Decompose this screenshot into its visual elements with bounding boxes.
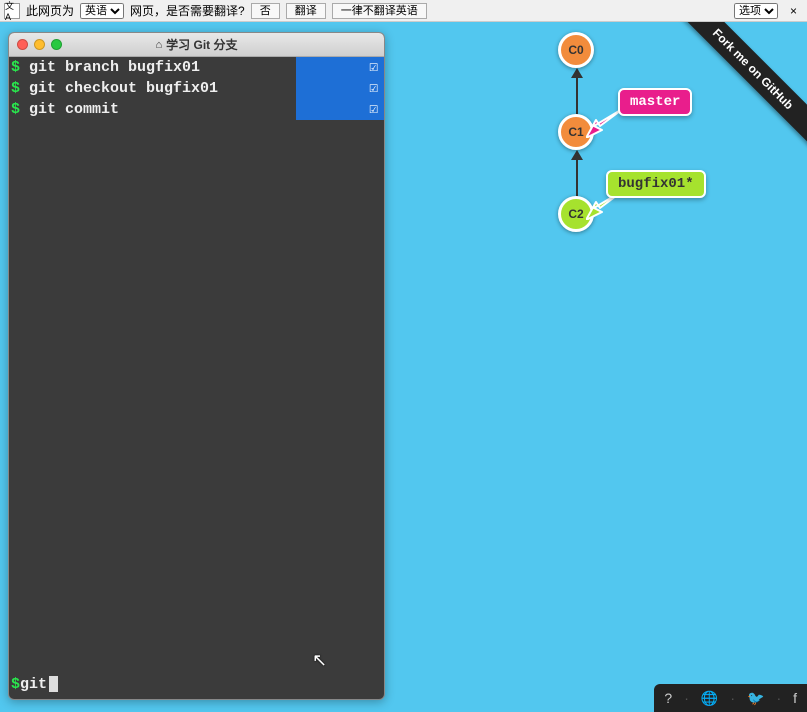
close-icon[interactable]: ×: [784, 4, 803, 18]
fork-ribbon[interactable]: Fork me on GitHub: [657, 22, 807, 172]
window-title: 学习 Git 分支: [166, 36, 237, 53]
prompt-icon: $: [11, 101, 20, 118]
branch-label-bugfix01[interactable]: bugfix01*: [606, 170, 706, 198]
translate-bar: 文A 此网页为 英语 网页，是否需要翻译? 否 翻译 一律不翻译英语 选项 ×: [0, 0, 807, 22]
history-command: $ git checkout bugfix01: [9, 80, 296, 97]
edge-c1-c0: [576, 68, 578, 114]
translate-label: 此网页为: [26, 2, 74, 19]
home-icon: ⌂: [156, 39, 163, 51]
translate-icon: 文A: [4, 3, 20, 19]
command-text: git checkout bugfix01: [20, 80, 218, 97]
help-icon[interactable]: ?: [664, 690, 672, 706]
no-button[interactable]: 否: [251, 3, 280, 19]
check-icon: ☑: [296, 78, 384, 99]
edge-c2-c1: [576, 150, 578, 196]
window-close-icon[interactable]: [17, 39, 28, 50]
check-icon: ☑: [296, 57, 384, 78]
prompt-icon: $: [11, 676, 20, 693]
cursor-icon: [49, 676, 58, 692]
lang-select[interactable]: 英语: [80, 3, 124, 19]
command-text: git commit: [20, 101, 119, 118]
fork-ribbon-label: Fork me on GitHub: [666, 22, 807, 156]
never-button[interactable]: 一律不翻译英语: [332, 3, 427, 19]
history-command: $ git branch bugfix01: [9, 59, 296, 76]
facebook-icon[interactable]: f: [793, 690, 797, 706]
command-text: git branch bugfix01: [20, 59, 200, 76]
translate-button[interactable]: 翻译: [286, 3, 326, 19]
window-max-icon[interactable]: [51, 39, 62, 50]
commit-node-c0[interactable]: C0: [558, 32, 594, 68]
translate-question: 网页，是否需要翻译?: [130, 2, 245, 19]
footer-bar: ? · 🌐 · 🐦 · f: [654, 684, 807, 712]
history-row[interactable]: $ git commit☑: [9, 99, 384, 120]
terminal-input-value: git: [20, 676, 47, 693]
canvas: ⌂学习 Git 分支 $ git branch bugfix01☑$ git c…: [0, 22, 807, 712]
terminal-window: ⌂学习 Git 分支 $ git branch bugfix01☑$ git c…: [8, 32, 385, 700]
check-icon: ☑: [296, 99, 384, 120]
history-command: $ git commit: [9, 101, 296, 118]
prompt-icon: $: [11, 80, 20, 97]
prompt-icon: $: [11, 59, 20, 76]
twitter-icon[interactable]: 🐦: [747, 690, 764, 707]
history-row[interactable]: $ git branch bugfix01☑: [9, 57, 384, 78]
terminal-body[interactable]: $ git branch bugfix01☑$ git checkout bug…: [9, 57, 384, 699]
options-select[interactable]: 选项: [734, 3, 778, 19]
terminal-input-row[interactable]: $git: [11, 673, 382, 695]
history-row[interactable]: $ git checkout bugfix01☑: [9, 78, 384, 99]
window-min-icon[interactable]: [34, 39, 45, 50]
titlebar[interactable]: ⌂学习 Git 分支: [9, 33, 384, 57]
globe-icon[interactable]: 🌐: [701, 690, 718, 707]
